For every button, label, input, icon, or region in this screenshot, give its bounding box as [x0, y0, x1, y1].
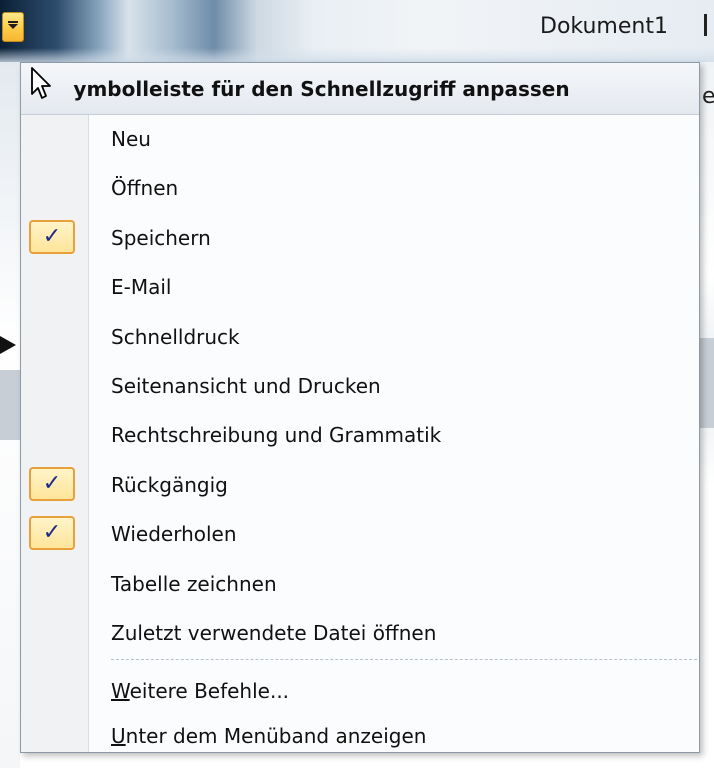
menu-item-e-mail[interactable]: E-Mail: [21, 263, 699, 311]
background-window-right: e: [700, 62, 714, 768]
menu-item-tabelle-zeichnen[interactable]: Tabelle zeichnen: [21, 560, 699, 608]
menu-item-rechtschreibung-und-grammatik[interactable]: Rechtschreibung und Grammatik: [21, 411, 699, 459]
more-commands-label: Weitere Befehle...: [111, 679, 290, 703]
checkmark-icon: ✓: [29, 219, 75, 254]
show-below-ribbon-item[interactable]: Unter dem Menüband anzeigen: [21, 718, 699, 752]
checkmark-icon: ✓: [29, 516, 75, 551]
menu-item-label: Schnelldruck: [111, 324, 240, 349]
menu-item-label: Rückgängig: [111, 472, 228, 497]
window-title-bar: Dokument1: [0, 0, 714, 62]
menu-item-label: Rechtschreibung und Grammatik: [111, 423, 442, 448]
menu-item-wiederholen[interactable]: ✓ Wiederholen: [21, 510, 699, 558]
menu-item-label: Speichern: [111, 225, 211, 250]
menu-item-label: Tabelle zeichnen: [111, 571, 277, 596]
menu-separator: [111, 659, 697, 660]
chevron-down-icon: [8, 24, 18, 29]
menu-item-label: Zuletzt verwendete Datei öffnen: [111, 621, 437, 645]
document-title: Dokument1: [540, 14, 668, 39]
background-window-left: [0, 62, 20, 768]
title-separator: [704, 14, 707, 36]
menu-item-speichern[interactable]: ✓ Speichern: [21, 214, 699, 262]
menu-item-label: E-Mail: [111, 275, 172, 300]
menu-title: Symbolleiste für den Schnellzugriff anpa…: [73, 77, 570, 101]
mouse-pointer-icon: [31, 67, 51, 99]
menu-item-rückgängig[interactable]: ✓ Rückgängig: [21, 461, 699, 509]
checkmark-icon: ✓: [29, 466, 75, 501]
more-commands-item[interactable]: Weitere Befehle...: [21, 667, 699, 715]
menu-item-label: Öffnen: [111, 176, 179, 201]
menu-item-seitenansicht-und-drucken[interactable]: Seitenansicht und Drucken: [21, 362, 699, 410]
menu-item-öffnen[interactable]: Öffnen: [21, 164, 699, 212]
menu-item-label: Seitenansicht und Drucken: [111, 374, 381, 398]
customize-qat-menu: Symbolleiste für den Schnellzugriff anpa…: [20, 62, 700, 753]
menu-item-label: Wiederholen: [111, 522, 237, 547]
menu-item-schnelldruck[interactable]: Schnelldruck: [21, 313, 699, 361]
customize-qat-icon: [8, 21, 18, 23]
menu-item-zuletzt-verwendete-datei-öffnen[interactable]: Zuletzt verwendete Datei öffnen: [21, 609, 699, 657]
customize-qat-button[interactable]: [2, 12, 24, 42]
menu-item-label: Neu: [111, 127, 151, 151]
arrow-pointer-icon: [0, 336, 16, 354]
menu-header: Symbolleiste für den Schnellzugriff anpa…: [21, 63, 699, 115]
menu-item-neu[interactable]: Neu: [21, 115, 699, 163]
show-below-ribbon-label: Unter dem Menüband anzeigen: [111, 724, 427, 748]
